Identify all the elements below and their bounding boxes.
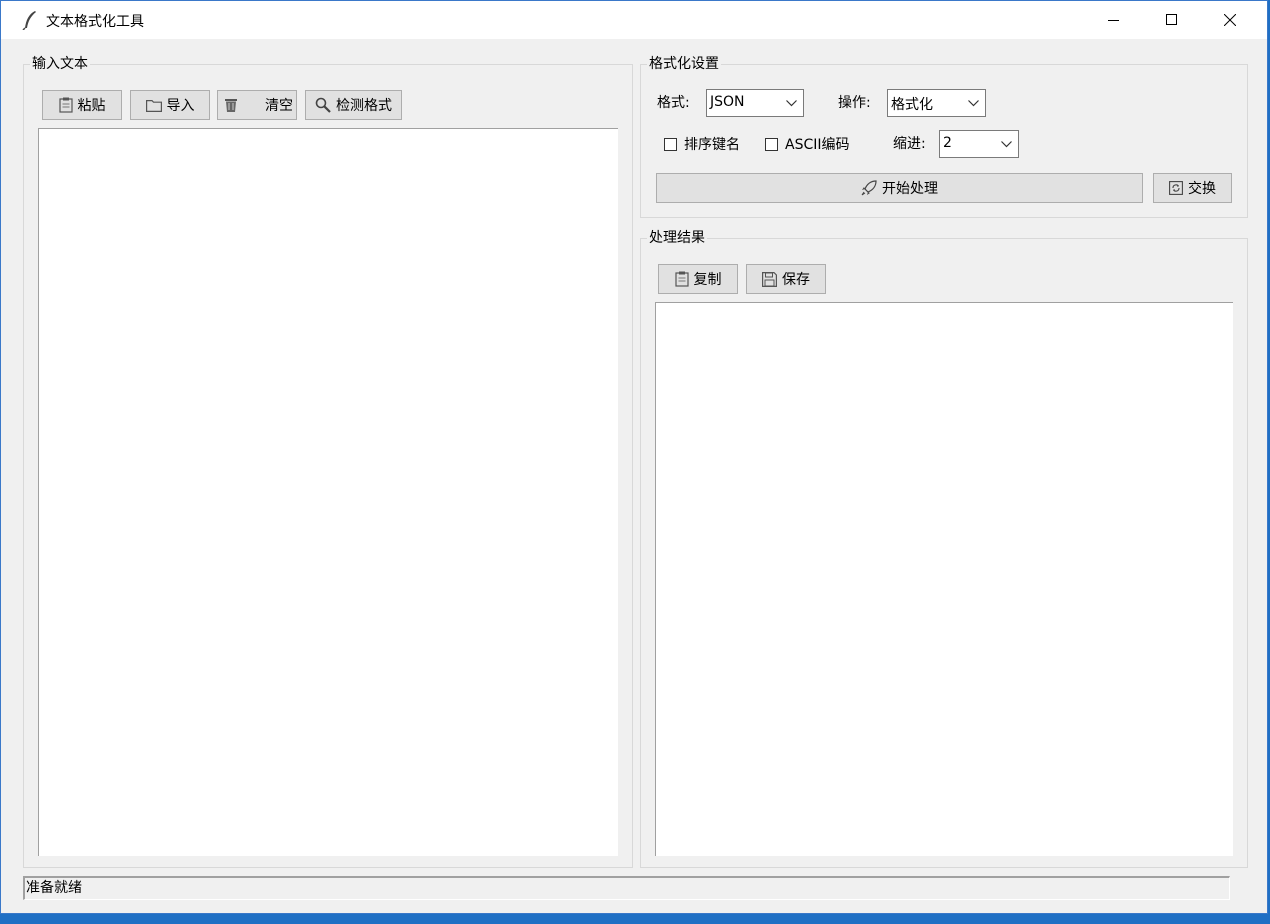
start-process-label: 开始处理 [882, 181, 938, 197]
swap-icon [1169, 181, 1183, 195]
trash-icon [225, 99, 237, 112]
chevron-down-icon [786, 100, 797, 107]
import-button[interactable]: 导入 [130, 90, 210, 120]
swap-label: 交换 [1188, 181, 1216, 197]
app-window: 文本格式化工具 输入文本 粘贴 导入 清空 检测格式 格式化设置 格式: JSO… [0, 0, 1268, 914]
sort-keys-box[interactable] [664, 137, 677, 151]
close-button[interactable] [1201, 1, 1259, 39]
detect-format-label: 检测格式 [336, 98, 392, 114]
clipboard-icon [58, 97, 73, 113]
chevron-down-icon [1001, 141, 1012, 148]
result-group-title: 处理结果 [647, 229, 707, 247]
swap-button[interactable]: 交换 [1153, 173, 1232, 203]
result-textarea[interactable] [655, 302, 1233, 856]
folder-icon [145, 99, 162, 112]
clipboard-icon [674, 271, 689, 287]
sort-keys-checkbox[interactable]: 排序键名 [664, 134, 740, 154]
indent-select-value: 2 [943, 135, 952, 151]
import-label: 导入 [166, 98, 195, 114]
maximize-icon [1166, 14, 1177, 25]
sort-keys-label: 排序键名 [684, 137, 740, 153]
input-textarea[interactable] [38, 128, 618, 856]
paste-button[interactable]: 粘贴 [42, 90, 122, 120]
maximize-button[interactable] [1143, 1, 1201, 39]
ascii-label: ASCII编码 [785, 137, 850, 153]
indent-label: 缩进: [893, 136, 926, 152]
save-label: 保存 [782, 272, 810, 288]
detect-format-button[interactable]: 检测格式 [305, 90, 402, 120]
magnifier-icon [315, 97, 331, 113]
copy-label: 复制 [693, 272, 722, 288]
feather-icon [21, 10, 39, 31]
indent-select[interactable]: 2 [939, 130, 1019, 158]
format-select[interactable]: JSON [706, 89, 804, 117]
ascii-box[interactable] [765, 137, 778, 151]
operation-select-value: 格式化 [891, 97, 933, 113]
operation-select[interactable]: 格式化 [887, 89, 986, 117]
rocket-icon [861, 180, 877, 196]
window-title: 文本格式化工具 [46, 14, 144, 30]
format-select-value: JSON [710, 94, 745, 110]
close-icon [1224, 14, 1236, 26]
clear-label: 清空 [265, 98, 293, 114]
save-button[interactable]: 保存 [746, 264, 826, 294]
copy-button[interactable]: 复制 [658, 264, 738, 294]
status-bar: 准备就绪 [23, 876, 1230, 900]
minimize-button[interactable] [1085, 1, 1143, 39]
operation-label: 操作: [838, 95, 871, 111]
input-group-title: 输入文本 [30, 55, 90, 73]
chevron-down-icon [968, 100, 979, 107]
paste-label: 粘贴 [77, 98, 106, 114]
clear-button[interactable]: 清空 [217, 90, 297, 120]
settings-group-title: 格式化设置 [647, 55, 721, 73]
format-label: 格式: [657, 95, 690, 111]
floppy-disk-icon [762, 271, 777, 287]
ascii-checkbox[interactable]: ASCII编码 [765, 134, 850, 154]
title-bar[interactable]: 文本格式化工具 [1, 1, 1267, 39]
start-process-button[interactable]: 开始处理 [656, 173, 1143, 203]
minimize-icon [1108, 20, 1119, 21]
